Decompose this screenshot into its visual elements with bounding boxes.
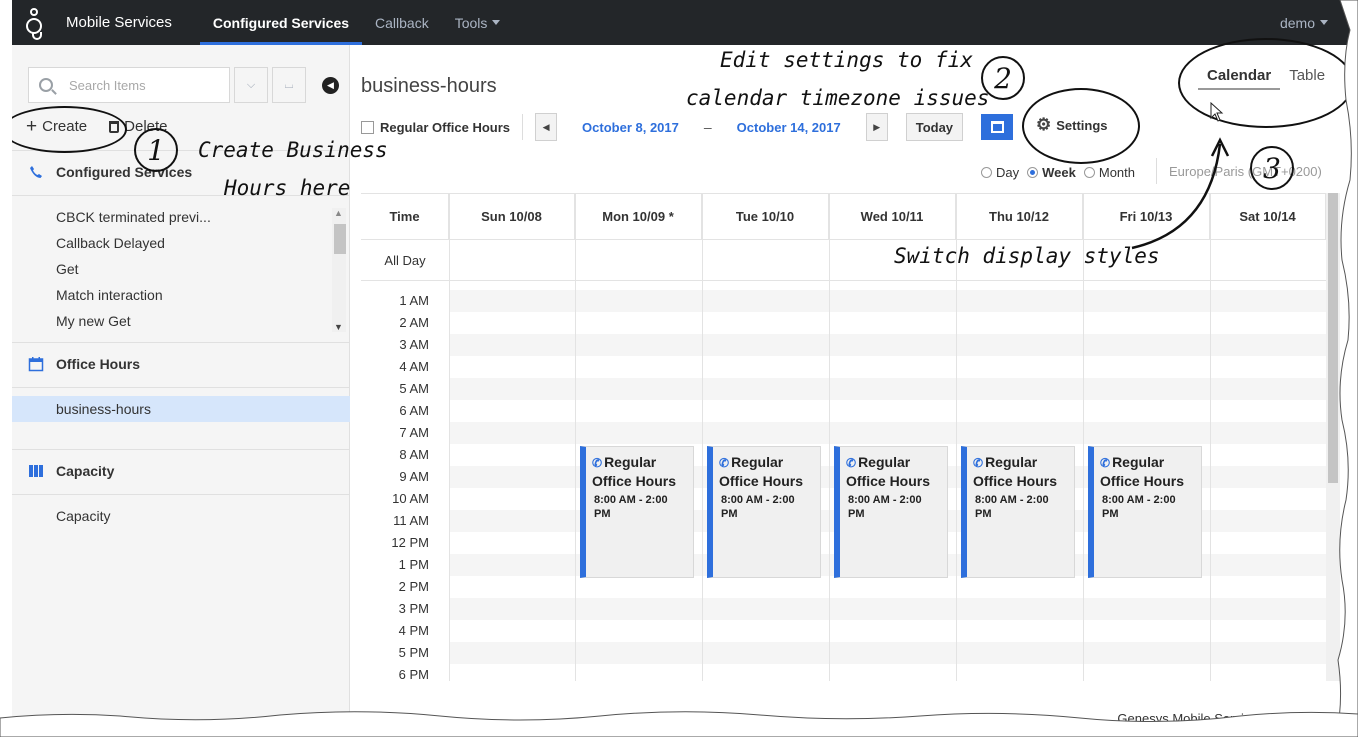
torn-edge-frame: [0, 0, 1358, 737]
